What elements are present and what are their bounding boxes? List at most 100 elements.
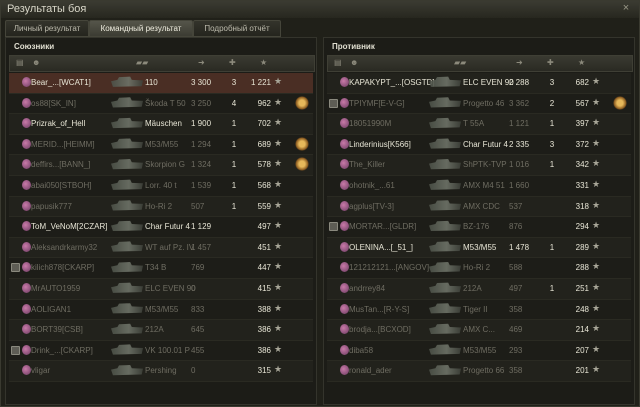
player-row[interactable]: agplus[TV-3] AMX CDC 537 318 ★ <box>327 196 631 218</box>
xp-value: 415 <box>257 283 271 293</box>
xp-star-icon: ★ <box>274 76 283 86</box>
player-row[interactable]: TPIYMF[E-V-G] Progetto 46 3 362 2 567 ★ <box>327 93 631 115</box>
xp-star-icon: ★ <box>592 240 601 251</box>
kills-sort-icon[interactable]: ✚ <box>229 59 236 67</box>
tank-sort-icon[interactable]: ▰▰ <box>136 59 148 67</box>
player-row[interactable]: KAPAKYPT_...[OSGTD] ELC EVEN 90 2 288 3 682 ★ <box>327 73 631 94</box>
player-row[interactable]: os88[SK_IN] Škoda T 50 3 250 4 962 ★ <box>9 93 313 115</box>
xp-star-icon: ★ <box>592 261 601 272</box>
player-row[interactable]: MORTAR...[GLDR] BZ-176 876 294 ★ <box>327 217 631 238</box>
player-row[interactable]: 121212121...[ANGOV] Ho-Ri 2 588 288 ★ <box>327 258 631 279</box>
kills-value: 1 <box>549 283 555 293</box>
squad-icon <box>11 345 20 355</box>
damage-value: 358 <box>509 304 523 314</box>
damage-value: 3 362 <box>509 98 530 108</box>
player-row[interactable]: kilich878[CKARP] T34 B 769 447 ★ <box>9 258 313 279</box>
title-bar: Результаты боя × <box>1 1 639 18</box>
damage-value: 645 <box>191 325 205 335</box>
xp-value: 689 <box>257 139 271 149</box>
damage-value: 469 <box>509 325 523 335</box>
xp-value: 682 <box>575 78 589 87</box>
xp-star-icon: ★ <box>592 281 601 292</box>
xp-star-icon: ★ <box>274 137 283 148</box>
clan-emblem-icon <box>22 200 31 211</box>
medal-icon[interactable] <box>295 136 309 151</box>
player-row[interactable]: Aleksandrkarmy32 WT auf Pz. IV 1 457 451 ★ <box>9 237 313 259</box>
xp-star-icon: ★ <box>274 178 283 189</box>
kills-sort-icon[interactable]: ✚ <box>547 59 554 67</box>
squad-sort-icon[interactable]: ▤ <box>16 59 24 67</box>
damage-sort-icon[interactable]: ➜ <box>198 59 205 67</box>
xp-star-icon: ★ <box>274 323 283 334</box>
player-row[interactable]: ohotnik_...61 AMX M4 51 1 660 331 ★ <box>327 175 631 197</box>
player-row[interactable]: Bear_...[WCAT1] 110 3 300 3 1 221 ★ <box>9 73 313 94</box>
clan-emblem-icon <box>340 138 349 149</box>
clan-emblem-icon <box>22 118 31 129</box>
xp-value: 372 <box>575 139 589 149</box>
tab-personal-result[interactable]: Личный результат <box>5 20 89 37</box>
xp-star-icon: ★ <box>274 158 283 169</box>
xp-sort-icon[interactable]: ★ <box>578 59 585 67</box>
xp-star-icon: ★ <box>592 117 601 128</box>
player-row[interactable]: Prizrak_of_Hell Mäuschen 1 900 1 702 ★ <box>9 114 313 135</box>
xp-value: 214 <box>575 325 589 335</box>
xp-value: 318 <box>575 201 589 211</box>
player-row[interactable]: brodja...[BCXOD] AMX C... 469 214 ★ <box>327 320 631 341</box>
player-row[interactable]: ToM_VeNoM[2CZAR] Char Futur 41 129 497 ★ <box>9 217 313 238</box>
squad-icon <box>11 263 20 273</box>
kills-value: 1 <box>549 160 555 170</box>
player-row[interactable]: Drink_...[CKARP] VK 100.01 P 455 386 ★ <box>9 340 313 362</box>
player-sort-icon[interactable]: ☻ <box>350 59 358 67</box>
damage-value: 497 <box>509 283 523 293</box>
xp-value: 962 <box>257 98 271 108</box>
player-row[interactable]: vligar Pershing 0 315 ★ <box>9 361 313 382</box>
player-row[interactable]: AOLIGAN1 M53/M55 833 388 ★ <box>9 299 313 321</box>
medal-icon[interactable] <box>295 95 309 110</box>
tank-sort-icon[interactable]: ▰▰ <box>454 59 466 67</box>
squad-sort-icon[interactable]: ▤ <box>334 59 342 67</box>
clan-emblem-icon <box>22 282 31 293</box>
clan-emblem-icon <box>22 179 31 190</box>
player-row[interactable]: andrrey84 212A 497 1 251 ★ <box>327 278 631 300</box>
player-row[interactable]: The_Killer ShPTK-TVP 1 016 1 342 ★ <box>327 155 631 176</box>
battle-results-window: Результаты боя × Личный результат Команд… <box>0 0 640 407</box>
damage-sort-icon[interactable]: ➜ <box>516 59 523 67</box>
clan-emblem-icon <box>22 159 31 170</box>
damage-value: 537 <box>509 201 523 211</box>
player-row[interactable]: 18051990M T 55A 1 121 1 397 ★ <box>327 114 631 135</box>
xp-sort-icon[interactable]: ★ <box>260 59 267 67</box>
player-row[interactable]: Linderinius[K566] Char Futur 42 335 3 372 ★ <box>327 134 631 156</box>
kills-value: 2 <box>549 98 555 108</box>
player-row[interactable]: diba58 M53/M55 293 207 ★ <box>327 340 631 362</box>
player-row[interactable]: papusik777 Ho-Ri 2 507 1 559 ★ <box>9 196 313 218</box>
close-icon[interactable]: × <box>619 2 633 15</box>
player-row[interactable]: MusTan...[R-Y-S] Tiger II 358 248 ★ <box>327 299 631 321</box>
player-row[interactable]: abai050[STBOH] Lorr. 40 t1 539 1 568 ★ <box>9 175 313 197</box>
damage-value: 1 129 <box>191 222 212 232</box>
damage-value: 507 <box>191 201 205 211</box>
clan-emblem-icon <box>22 262 31 273</box>
player-row[interactable]: deffirs...[BANN_] Skorpion G1 324 1 578 ★ <box>9 155 313 176</box>
xp-value: 315 <box>257 366 271 376</box>
player-row[interactable]: OLENINA...[_51_] M53/M55 1 478 1 289 ★ <box>327 237 631 259</box>
enemies-title: Противник <box>332 42 375 51</box>
damage-value: 3 300 <box>191 78 212 87</box>
player-row[interactable]: MERID...[HEIMM] M53/M55 1 294 1 689 ★ <box>9 134 313 156</box>
player-sort-icon[interactable]: ☻ <box>32 59 40 67</box>
kills-value: 1 <box>231 139 237 149</box>
tab-detailed-report[interactable]: Подробный отчёт <box>193 20 281 37</box>
kills-value: 1 <box>549 119 555 129</box>
player-row[interactable]: BORT39[CSB] 212A 645 386 ★ <box>9 320 313 341</box>
window-title: Результаты боя <box>7 3 87 15</box>
xp-value: 288 <box>575 263 589 273</box>
kills-value: 1 <box>231 180 237 190</box>
tab-team-result[interactable]: Командный результат <box>89 20 193 37</box>
allies-column-header: ▤ ☻ ▰▰ ➜ ✚ ★ <box>9 55 315 72</box>
kills-value: 1 <box>549 242 555 252</box>
player-row[interactable]: MrAUTO1959 ELC EVEN 90 0 415 ★ <box>9 278 313 300</box>
medal-icon[interactable] <box>613 95 627 110</box>
medal-icon[interactable] <box>295 157 309 172</box>
player-row[interactable]: ronald_ader Progetto 66 358 201 ★ <box>327 361 631 382</box>
enemies-rows: KAPAKYPT_...[OSGTD] ELC EVEN 90 2 288 3 682 ★… <box>327 73 631 382</box>
xp-star-icon: ★ <box>592 364 601 375</box>
